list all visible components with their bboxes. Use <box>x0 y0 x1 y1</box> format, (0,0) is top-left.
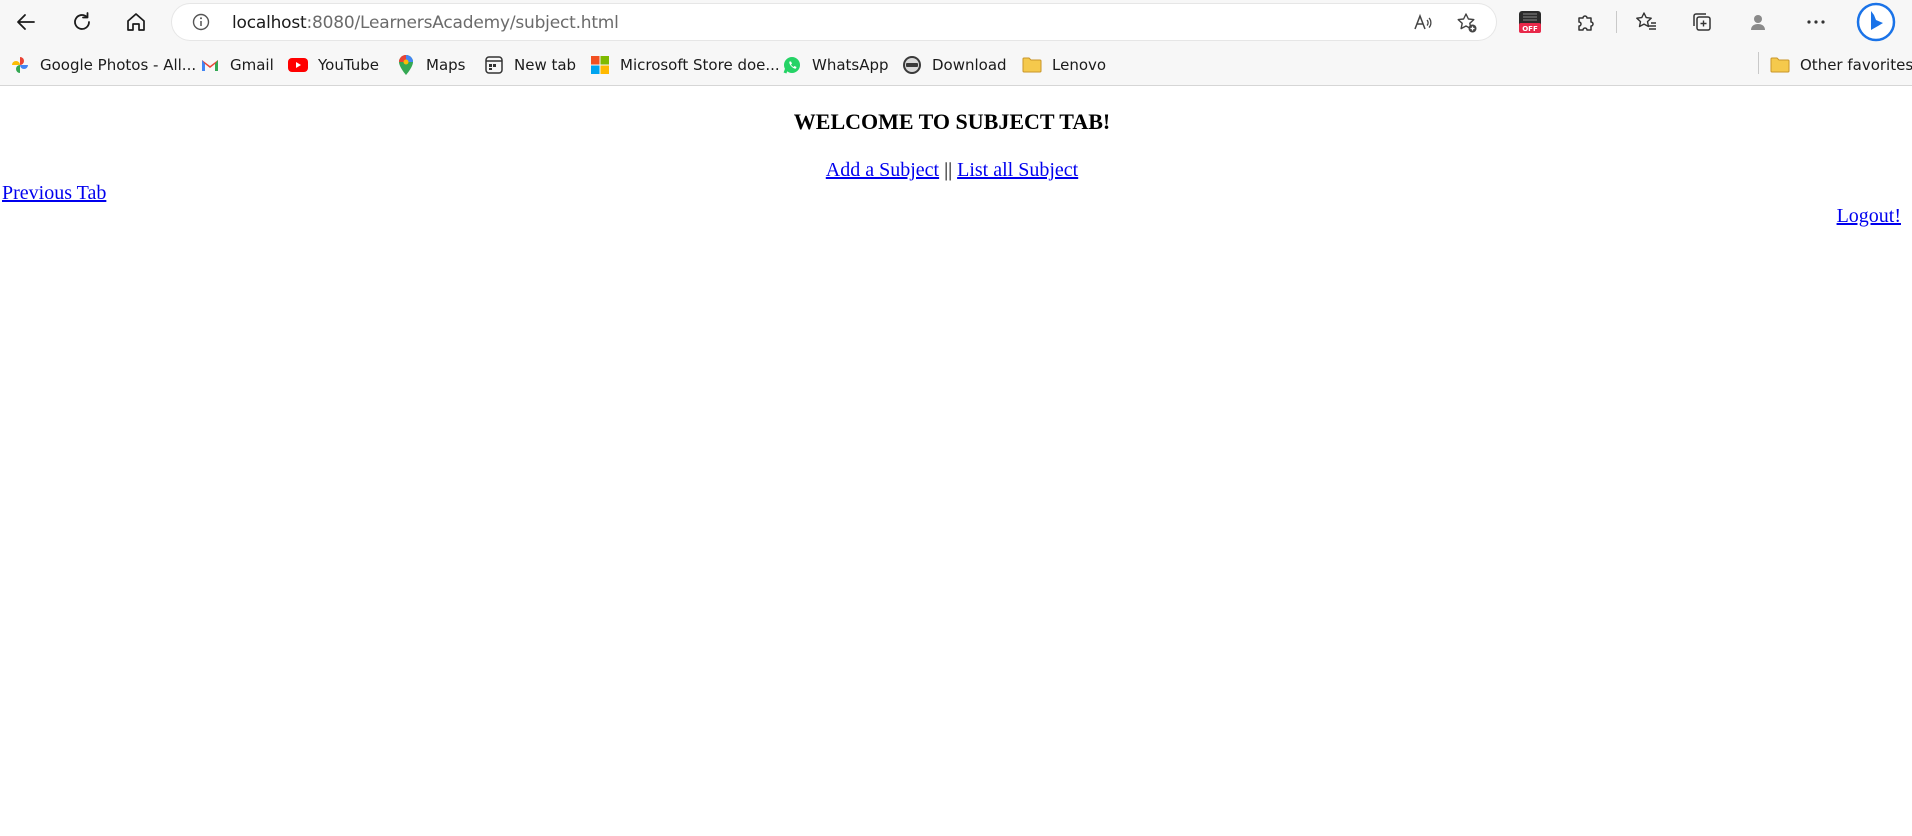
favorite-label: YouTube <box>318 56 379 74</box>
previous-tab-link[interactable]: Previous Tab <box>2 182 106 205</box>
folder-icon <box>1022 55 1042 75</box>
extension-off-button[interactable]: OFF <box>1516 8 1544 36</box>
google-photos-icon <box>10 55 30 75</box>
folder-icon <box>1770 55 1790 75</box>
favorite-microsoft-store[interactable]: Microsoft Store doe... <box>590 52 780 78</box>
other-favorites[interactable]: Other favorites <box>1770 52 1912 78</box>
url-host: localhost <box>232 13 307 33</box>
favorite-whatsapp[interactable]: WhatsApp <box>782 52 889 78</box>
back-arrow-icon <box>17 14 35 30</box>
favorite-label: Download <box>932 56 1007 74</box>
favorite-label: New tab <box>514 56 577 74</box>
other-favorites-label: Other favorites <box>1800 56 1912 74</box>
extension-badge: OFF <box>1522 25 1538 33</box>
refresh-button[interactable] <box>66 6 98 38</box>
page-content: WELCOME TO SUBJECT TAB! Add a Subject ||… <box>0 87 1912 836</box>
microsoft-store-icon <box>590 55 610 75</box>
collections-icon <box>1693 13 1711 31</box>
favorites-bar: Google Photos - All... Gmail YouTube Map… <box>0 44 1912 86</box>
settings-menu-button[interactable] <box>1802 8 1830 36</box>
favorite-label: Google Photos - All... <box>40 56 197 74</box>
subject-links: Add a Subject || List all Subject <box>0 159 1904 182</box>
url-path: :8080/LearnersAcademy/subject.html <box>306 13 619 33</box>
favorite-label: Gmail <box>230 56 274 74</box>
gmail-icon <box>200 55 220 75</box>
list-subject-link[interactable]: List all Subject <box>957 159 1078 181</box>
back-button[interactable] <box>10 6 42 38</box>
star-add-icon <box>1457 13 1477 33</box>
url-text[interactable]: localhost:8080/LearnersAcademy/subject.h… <box>232 13 619 33</box>
youtube-icon <box>288 55 308 75</box>
new-tab-icon <box>484 55 504 75</box>
more-dots-icon <box>1807 20 1825 24</box>
page-title: WELCOME TO SUBJECT TAB! <box>793 109 1111 134</box>
home-icon <box>127 13 145 31</box>
collections-button[interactable] <box>1688 8 1716 36</box>
favorite-new-tab[interactable]: New tab <box>484 52 576 78</box>
favorites-star-list-icon <box>1636 12 1656 30</box>
favorite-maps[interactable]: Maps <box>396 52 465 78</box>
profile-button[interactable] <box>1744 8 1772 36</box>
favorite-lenovo-folder[interactable]: Lenovo <box>1022 52 1106 78</box>
favorites-divider <box>1758 52 1759 74</box>
maps-icon <box>396 55 416 75</box>
favorite-download[interactable]: Download <box>902 52 1007 78</box>
address-bar[interactable]: localhost:8080/LearnersAcademy/subject.h… <box>172 4 1496 40</box>
toolbar-divider <box>1616 11 1617 33</box>
puzzle-icon <box>1578 15 1594 31</box>
favorite-label: Microsoft Store doe... <box>620 56 780 74</box>
browser-toolbar: localhost:8080/LearnersAcademy/subject.h… <box>0 0 1912 44</box>
extension-off-icon: OFF <box>1519 11 1541 33</box>
bing-icon <box>1856 2 1896 42</box>
favorite-label: Maps <box>426 56 466 74</box>
favorite-youtube[interactable]: YouTube <box>288 52 379 78</box>
favorite-label: WhatsApp <box>812 56 889 74</box>
refresh-icon <box>74 12 90 30</box>
read-aloud-icon <box>1414 13 1432 30</box>
logout-link[interactable]: Logout! <box>1837 205 1901 228</box>
favorite-google-photos[interactable]: Google Photos - All... <box>10 52 196 78</box>
add-favorite-button[interactable] <box>1456 12 1478 34</box>
favorite-gmail[interactable]: Gmail <box>200 52 274 78</box>
home-button[interactable] <box>120 6 152 38</box>
profile-avatar-icon <box>1751 15 1765 30</box>
extensions-button[interactable] <box>1572 8 1600 36</box>
info-icon[interactable] <box>192 13 210 31</box>
add-subject-link[interactable]: Add a Subject <box>826 159 939 181</box>
favorite-label: Lenovo <box>1052 56 1107 74</box>
download-icon <box>902 55 922 75</box>
read-aloud-button[interactable] <box>1412 12 1434 34</box>
link-separator: || <box>939 159 958 181</box>
favorites-button[interactable] <box>1632 8 1660 36</box>
whatsapp-icon <box>782 55 802 75</box>
bing-chat-button[interactable] <box>1856 2 1896 42</box>
